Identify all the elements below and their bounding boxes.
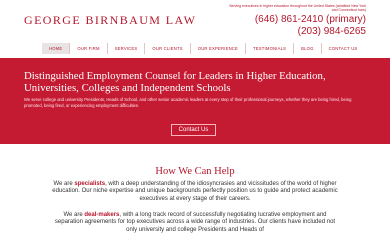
main-nav: HOME OUR FIRM SERVICES OUR CLIENTS OUR E… [42, 43, 364, 54]
paragraph-lead: We are [63, 212, 85, 218]
keyword-deal-makers: deal-makers [84, 212, 120, 218]
site-logo[interactable]: GEORGE BIRNBAUM LAW [24, 13, 196, 28]
phone-block: (646) 861-2410 (primary) (203) 984-6265 [255, 14, 366, 38]
nav-item-our-clients[interactable]: OUR CLIENTS [145, 43, 191, 54]
hero-title: Distinguished Employment Counsel for Lea… [24, 70, 326, 94]
nav-item-home[interactable]: HOME [42, 43, 71, 54]
paragraph-lead: We are [53, 181, 75, 187]
contact-us-button[interactable]: Contact Us [171, 124, 216, 136]
nav-item-testimonials[interactable]: TESTIMONIALS [246, 43, 295, 54]
header-tagline: Serving executives in higher education t… [229, 4, 366, 12]
phone-secondary-link[interactable]: (203) 984-6265 [255, 26, 366, 38]
hero-banner: Distinguished Employment Counsel for Lea… [0, 58, 390, 144]
hero-description: We serve college and university Presiden… [24, 97, 352, 108]
site-header: GEORGE BIRNBAUM LAW Serving executives i… [0, 0, 390, 40]
section-title: How We Can Help [155, 166, 235, 177]
paragraph-specialists: We are specialists, with a deep understa… [50, 181, 340, 203]
phone-primary-link[interactable]: (646) 861-2410 (primary) [255, 14, 366, 26]
nav-item-our-experience[interactable]: OUR EXPERIENCE [191, 43, 247, 54]
nav-item-blog[interactable]: BLOG [294, 43, 322, 54]
nav-item-contact-us[interactable]: CONTACT US [322, 43, 365, 54]
keyword-specialists: specialists [74, 181, 106, 187]
nav-item-our-firm[interactable]: OUR FIRM [70, 43, 108, 54]
nav-item-services[interactable]: SERVICES [108, 43, 146, 54]
paragraph-deal-makers: We are deal-makers, with a long track re… [50, 212, 340, 234]
